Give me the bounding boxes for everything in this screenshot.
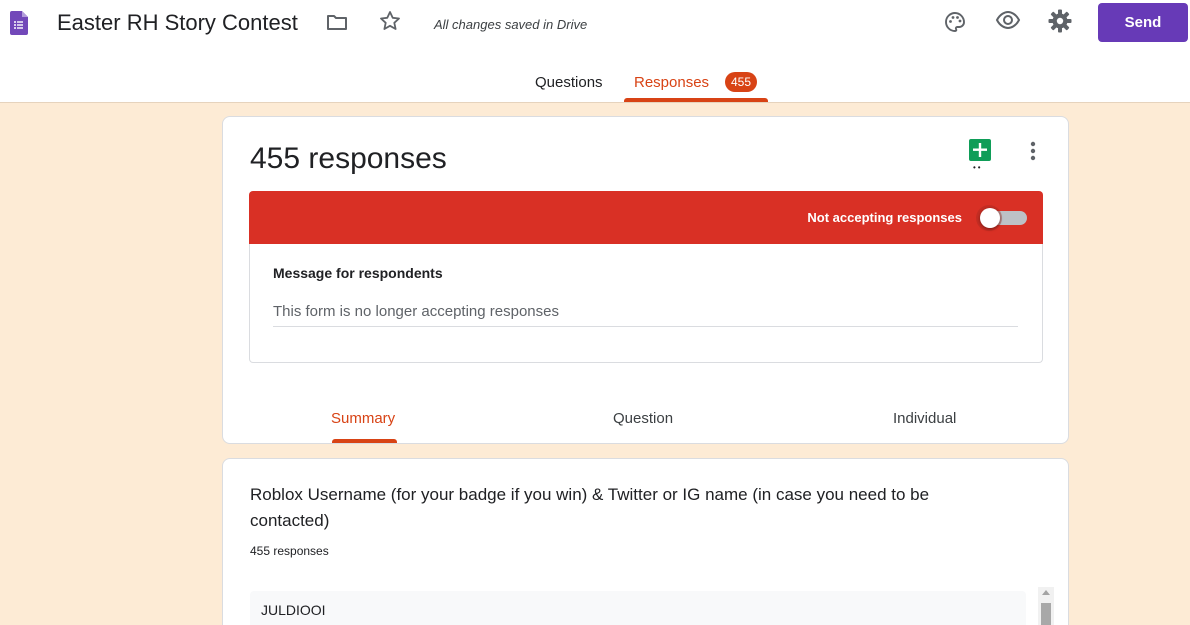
responses-count-badge: 455 — [725, 72, 757, 92]
app-header: Easter RH Story Contest All changes save… — [0, 0, 1190, 103]
list-item: JULDIOOI — [250, 591, 1026, 625]
scroll-up-arrow-icon[interactable] — [1042, 590, 1050, 595]
question-response-count: 455 responses — [250, 544, 329, 558]
message-input[interactable]: This form is no longer accepting respons… — [273, 297, 1018, 327]
more-options-icon[interactable] — [1023, 137, 1043, 165]
question-card: Roblox Username (for your badge if you w… — [222, 458, 1069, 625]
sheets-icon-dots: •• — [973, 163, 983, 172]
main-tabs: Questions Responses 455 — [0, 62, 1190, 103]
responses-card: 455 responses •• Not accepting responses… — [222, 116, 1069, 444]
accepting-toggle[interactable] — [980, 208, 1000, 228]
tab-responses[interactable]: Responses — [634, 74, 709, 91]
not-accepting-label: Not accepting responses — [807, 210, 962, 225]
message-label: Message for respondents — [273, 265, 443, 281]
gear-icon[interactable] — [1046, 7, 1074, 35]
active-subtab-indicator — [332, 439, 397, 443]
eye-icon[interactable] — [994, 6, 1022, 34]
question-title: Roblox Username (for your badge if you w… — [250, 485, 930, 530]
send-button[interactable]: Send — [1098, 3, 1188, 42]
form-title[interactable]: Easter RH Story Contest — [57, 10, 298, 36]
tab-questions[interactable]: Questions — [535, 74, 603, 91]
scrollbar-thumb[interactable] — [1041, 603, 1051, 625]
sheets-icon[interactable] — [969, 139, 991, 161]
answer-text: JULDIOOI — [261, 602, 326, 618]
subtab-summary[interactable]: Summary — [331, 410, 395, 427]
saved-status: All changes saved in Drive — [434, 17, 588, 32]
not-accepting-banner: Not accepting responses — [249, 191, 1043, 244]
message-box: Message for respondents This form is no … — [249, 244, 1043, 363]
responses-count-title: 455 responses — [250, 142, 447, 175]
star-icon[interactable] — [376, 7, 404, 35]
folder-icon[interactable] — [323, 8, 351, 36]
active-tab-indicator — [624, 98, 768, 102]
subtab-individual[interactable]: Individual — [893, 410, 956, 427]
forms-logo-icon[interactable] — [10, 11, 28, 35]
subtab-question[interactable]: Question — [613, 410, 673, 427]
palette-icon[interactable] — [941, 8, 969, 36]
